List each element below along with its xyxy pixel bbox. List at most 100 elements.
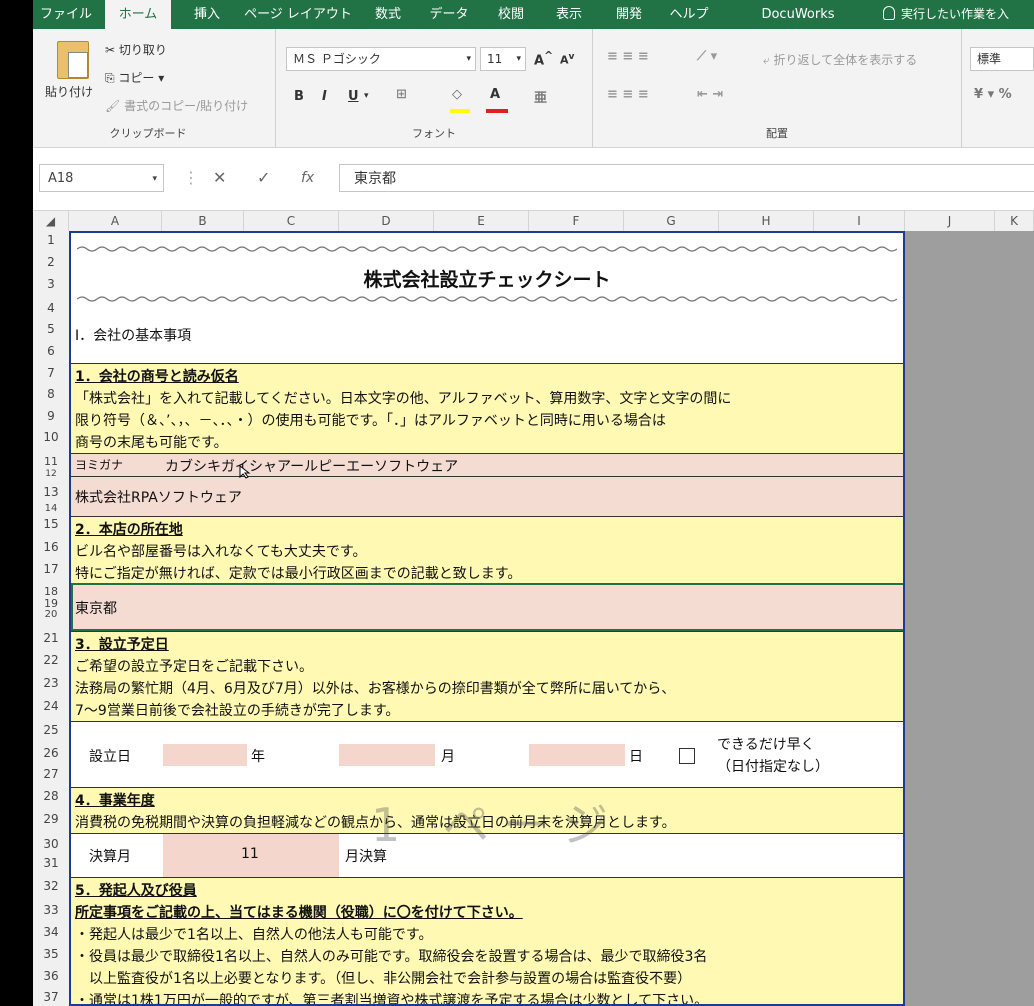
column-header[interactable]: G [624, 211, 719, 231]
row-header[interactable]: 25 [33, 723, 69, 737]
row-header[interactable]: 22 [33, 653, 69, 667]
row-header[interactable]: 14 [33, 503, 69, 514]
phonetic-icon[interactable]: 亜 [534, 87, 547, 106]
insert-function-icon[interactable]: fx [301, 170, 314, 186]
tab-developer[interactable]: 開発 [601, 0, 657, 29]
row-header[interactable]: 15 [33, 517, 69, 531]
day-input[interactable] [529, 744, 625, 766]
paste-button[interactable]: 貼り付け [45, 83, 93, 100]
italic-button[interactable]: I [322, 89, 327, 104]
font-name-dropdown[interactable]: ＭＳ Ｐゴシック ▾ [286, 47, 476, 71]
bold-button[interactable]: B [294, 89, 304, 104]
row-header[interactable]: 37 [33, 990, 69, 1004]
format-painter-button[interactable]: 🖌 書式のコピー/貼り付け [105, 97, 248, 114]
tab-data[interactable]: データ [419, 0, 479, 29]
row-header[interactable]: 29 [33, 812, 69, 826]
increase-font-icon[interactable]: A^ [534, 49, 553, 68]
yomigana-row[interactable]: ヨミガナ カブシキガイシャアールピーエーソフトウェア [71, 453, 903, 476]
company-name-value[interactable]: 株式会社RPAソフトウェア [75, 487, 242, 507]
row-header[interactable]: 17 [33, 562, 69, 576]
column-header[interactable]: C [244, 211, 339, 231]
tab-help[interactable]: ヘルプ [661, 0, 717, 29]
indent-icon[interactable]: ⇤ ⇥ [697, 87, 723, 102]
column-header[interactable]: A [69, 211, 162, 231]
row-header[interactable]: 32 [33, 879, 69, 893]
company-name-row[interactable]: 株式会社RPAソフトウェア [71, 476, 903, 516]
underline-button[interactable]: U [348, 89, 359, 104]
border-icon[interactable]: ⊞ [396, 87, 407, 102]
row-header[interactable]: 12 [33, 469, 69, 479]
orientation-icon[interactable]: ⟋ ▾ [697, 49, 717, 64]
row-header[interactable]: 30 [33, 837, 69, 851]
month-input[interactable] [339, 744, 435, 766]
number-format-dropdown[interactable]: 標準 [970, 47, 1034, 71]
paste-icon[interactable] [57, 41, 89, 79]
fill-color-icon[interactable]: ◇ [452, 87, 462, 102]
cancel-icon[interactable]: ✕ [213, 168, 226, 187]
align-left-icon[interactable]: ≡ ≡ ≡ [607, 87, 649, 102]
name-box[interactable]: A18 ▾ [39, 164, 164, 192]
year-input[interactable] [163, 744, 247, 766]
row-header[interactable]: 2 [33, 255, 69, 269]
tab-formulas[interactable]: 数式 [363, 0, 413, 29]
font-size-dropdown[interactable]: 11 ▾ [480, 47, 526, 71]
column-header[interactable]: D [339, 211, 434, 231]
currency-icon[interactable]: ¥ ▾ % [974, 87, 1012, 102]
row-header[interactable]: 13 [33, 485, 69, 499]
row-header[interactable]: 20 [33, 609, 69, 620]
worksheet-print-area[interactable]: 株式会社設立チェックシート Ⅰ．会社の基本事項 1．会社の商号と読み仮名 「株式… [69, 231, 905, 1006]
asap-checkbox[interactable] [679, 748, 695, 764]
fiscal-month-input[interactable]: 11 [163, 834, 339, 878]
decrease-font-icon[interactable]: Av [560, 51, 574, 67]
column-header[interactable]: I [814, 211, 905, 231]
column-header[interactable]: E [434, 211, 529, 231]
tab-view[interactable]: 表示 [543, 0, 595, 29]
column-header[interactable]: B [162, 211, 244, 231]
tab-insert[interactable]: 挿入 [179, 0, 235, 29]
row-header[interactable]: 7 [33, 366, 69, 380]
column-header[interactable]: H [719, 211, 814, 231]
row-header[interactable]: 28 [33, 789, 69, 803]
row-header[interactable]: 26 [33, 746, 69, 760]
row-header[interactable]: 21 [33, 631, 69, 645]
column-header[interactable]: F [529, 211, 624, 231]
underline-dropdown-icon[interactable]: ▾ [364, 91, 369, 101]
column-header[interactable]: J [905, 211, 995, 231]
row-header[interactable]: 1 [33, 233, 69, 247]
column-header[interactable]: K [995, 211, 1034, 231]
row-header[interactable]: 33 [33, 903, 69, 917]
row-header[interactable]: 5 [33, 322, 69, 336]
selected-cell-a18[interactable] [71, 583, 903, 631]
row-header[interactable]: 24 [33, 699, 69, 713]
row-header[interactable]: 9 [33, 409, 69, 423]
cut-button[interactable]: ✂ 切り取り [105, 41, 167, 58]
row-header[interactable]: 36 [33, 969, 69, 983]
yomigana-value[interactable]: カブシキガイシャアールピーエーソフトウェア [165, 456, 458, 476]
formula-input[interactable]: 東京都 [339, 164, 1034, 192]
row-header[interactable]: 34 [33, 925, 69, 939]
tab-review[interactable]: 校閲 [483, 0, 539, 29]
row-header[interactable]: 16 [33, 540, 69, 554]
copy-button[interactable]: ⎘ コピー ▾ [105, 69, 164, 86]
tab-file[interactable]: ファイル [33, 0, 99, 29]
row-header[interactable]: 8 [33, 387, 69, 401]
tell-me-search[interactable]: 実行したい作業を入 [901, 0, 1034, 29]
row-header[interactable]: 4 [33, 301, 69, 315]
tab-home[interactable]: ホーム [105, 0, 171, 29]
align-top-icon[interactable]: ≡ ≡ ≡ [607, 49, 649, 64]
select-all-corner[interactable]: ◢ [33, 211, 69, 231]
clipboard-label: クリップボード [109, 127, 187, 140]
enter-icon[interactable]: ✓ [257, 168, 270, 187]
row-header[interactable]: 27 [33, 767, 69, 781]
tab-page-layout[interactable]: ページ レイアウト [243, 0, 353, 29]
row-header[interactable]: 6 [33, 344, 69, 358]
row-header[interactable]: 10 [33, 430, 69, 444]
font-color-icon[interactable]: A [490, 87, 500, 102]
row-header[interactable]: 31 [33, 856, 69, 870]
row-header[interactable]: 35 [33, 947, 69, 961]
row-header[interactable]: 11 [33, 455, 69, 468]
tab-docuworks[interactable]: DocuWorks [723, 0, 873, 29]
wrap-text-button[interactable]: ⤶ 折り返して全体を表示する [763, 51, 917, 68]
row-header[interactable]: 23 [33, 676, 69, 690]
row-header[interactable]: 3 [33, 277, 69, 291]
